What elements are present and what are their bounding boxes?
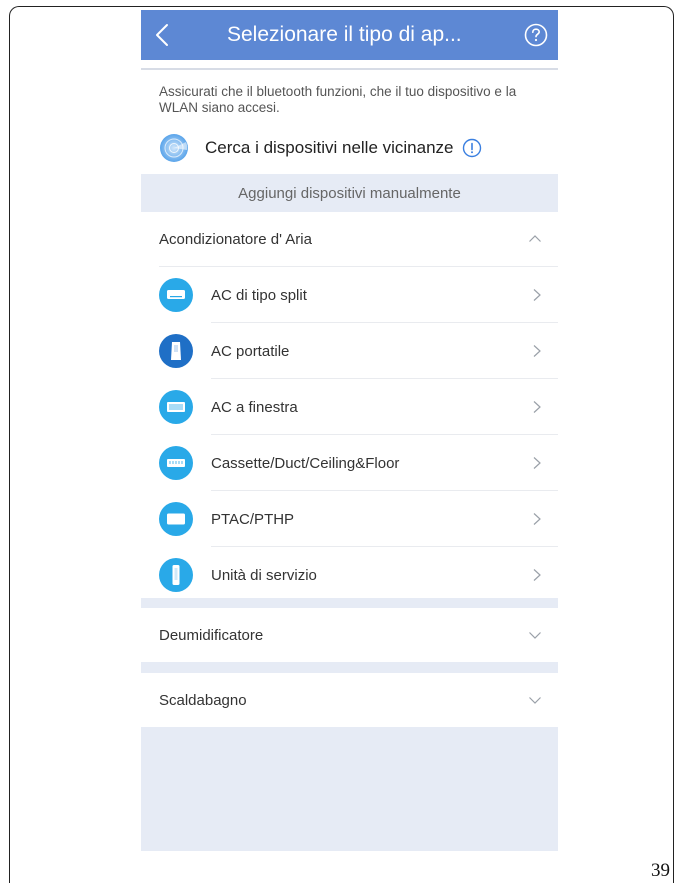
search-nearby-button[interactable]: Cerca i dispositivi nelle vicinanze <box>159 132 482 164</box>
category-label: Deumidificatore <box>159 626 264 644</box>
empty-area <box>141 727 558 851</box>
list-item-window-ac[interactable]: AC a finestra <box>141 379 558 435</box>
chevron-right-icon <box>533 289 541 301</box>
search-nearby-label: Cerca i dispositivi nelle vicinanze <box>205 138 454 157</box>
list-item-service-unit[interactable]: Unità di servizio <box>141 547 558 603</box>
chevron-down-icon <box>529 632 541 639</box>
chevron-right-icon <box>533 513 541 525</box>
chevron-left-icon <box>156 24 168 46</box>
question-circle-icon <box>524 23 548 47</box>
chevron-up-icon <box>529 235 541 242</box>
service-unit-icon <box>159 558 193 592</box>
category-water-heater[interactable]: Scaldabagno <box>141 673 558 727</box>
help-button[interactable] <box>523 22 549 48</box>
intro-text: Assicurati che il bluetooth funzioni, ch… <box>159 84 517 115</box>
ptac-icon <box>159 502 193 536</box>
chevron-right-icon <box>533 569 541 581</box>
chevron-down-icon <box>529 697 541 704</box>
list-item-ptac[interactable]: PTAC/PTHP <box>141 491 558 547</box>
add-manually-label: Aggiungi dispositivi manualmente <box>238 184 461 202</box>
chevron-right-icon <box>533 401 541 413</box>
back-button[interactable] <box>147 17 177 53</box>
section-gap <box>141 662 558 673</box>
category-label: Scaldabagno <box>159 691 247 709</box>
list-item-cassette-ac[interactable]: Cassette/Duct/Ceiling&Floor <box>141 435 558 491</box>
top-bar: Selezionare il tipo di ap... <box>141 10 558 60</box>
category-air-conditioner[interactable]: Acondizionatore d' Aria <box>141 212 558 266</box>
app-screen: Selezionare il tipo di ap... Assicurati … <box>141 10 558 851</box>
item-label: Cassette/Duct/Ceiling&Floor <box>211 454 400 472</box>
chevron-right-icon <box>533 457 541 469</box>
portable-ac-icon <box>159 334 193 368</box>
chevron-right-icon <box>533 345 541 357</box>
radar-icon <box>160 134 188 162</box>
item-label: AC di tipo split <box>211 286 307 304</box>
page-title: Selezionare il tipo di ap... <box>227 23 462 46</box>
list-item-split-ac[interactable]: AC di tipo split <box>141 267 558 323</box>
split-ac-icon <box>159 278 193 312</box>
info-icon[interactable] <box>462 138 482 158</box>
item-label: AC a finestra <box>211 398 298 416</box>
list-item-portable-ac[interactable]: AC portatile <box>141 323 558 379</box>
item-label: PTAC/PTHP <box>211 510 295 528</box>
cassette-ac-icon <box>159 446 193 480</box>
category-dehumidifier[interactable]: Deumidificatore <box>141 608 558 662</box>
category-label: Acondizionatore d' Aria <box>159 230 312 248</box>
page-number: 39 <box>651 860 670 881</box>
add-manually-bar[interactable]: Aggiungi dispositivi manualmente <box>141 174 558 212</box>
window-ac-icon <box>159 390 193 424</box>
section-gap <box>141 598 558 608</box>
item-label: AC portatile <box>211 342 290 360</box>
header-divider <box>141 68 558 70</box>
item-label: Unità di servizio <box>211 566 317 584</box>
